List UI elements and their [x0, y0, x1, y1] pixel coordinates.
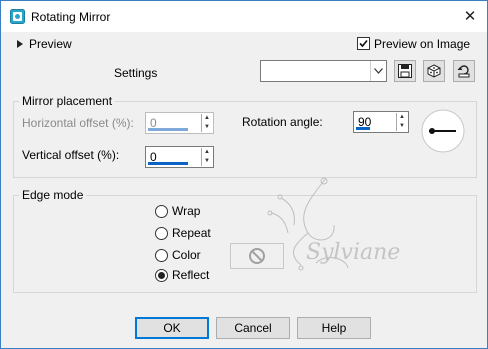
reset-icon	[457, 65, 470, 78]
edge-option-label: Wrap	[172, 204, 201, 218]
watermark-text: Sylviane	[306, 240, 400, 265]
radio-color[interactable]	[155, 249, 168, 262]
rotation-angle-arrows[interactable]: ▲ ▼	[396, 113, 407, 131]
vertical-offset-label: Vertical offset (%):	[22, 148, 120, 162]
help-button[interactable]: Help	[297, 317, 371, 339]
cancel-button[interactable]: Cancel	[216, 317, 290, 339]
vertical-offset-underline	[148, 162, 188, 165]
ok-button[interactable]: OK	[135, 317, 209, 339]
triangle-right-icon	[17, 40, 23, 48]
spin-down-icon[interactable]: ▼	[397, 122, 407, 131]
check-icon	[359, 39, 368, 48]
close-button[interactable]: ✕	[453, 1, 487, 32]
edge-mode-title: Edge mode	[19, 188, 87, 202]
mirror-placement-title: Mirror placement	[19, 94, 116, 108]
save-preset-button[interactable]	[394, 60, 416, 82]
close-icon: ✕	[463, 8, 477, 25]
radio-repeat[interactable]	[155, 227, 168, 240]
dice-icon	[427, 64, 441, 78]
spin-down-icon[interactable]: ▼	[202, 157, 212, 166]
watermark-flourish: Sylviane	[267, 177, 400, 271]
settings-dropdown[interactable]	[260, 60, 387, 82]
edge-option-label: Reflect	[172, 268, 210, 282]
vertical-offset-arrows[interactable]: ▲ ▼	[201, 148, 212, 166]
spin-down-icon[interactable]: ▼	[202, 123, 212, 132]
window-title: Rotating Mirror	[31, 10, 111, 24]
rotating-mirror-dialog: Rotating Mirror ✕ Preview Preview on Ima…	[0, 0, 488, 349]
chevron-down-icon	[374, 68, 383, 74]
rotation-dial[interactable]	[420, 108, 466, 154]
checkbox-box	[357, 37, 370, 50]
dropdown-arrow-area	[370, 61, 386, 81]
rotation-angle-underline	[356, 127, 370, 130]
spin-up-icon[interactable]: ▲	[202, 114, 212, 123]
preview-label: Preview	[29, 37, 72, 51]
radio-wrap[interactable]	[155, 205, 168, 218]
vertical-offset-spinner[interactable]: 0 ▲ ▼	[145, 146, 214, 168]
radio-selected-dot	[158, 272, 165, 279]
horizontal-offset-label: Horizontal offset (%):	[22, 116, 134, 130]
horizontal-offset-arrows[interactable]: ▲ ▼	[201, 114, 212, 132]
spin-up-icon[interactable]: ▲	[397, 113, 407, 122]
spin-up-icon[interactable]: ▲	[202, 148, 212, 157]
app-icon	[10, 9, 25, 24]
horizontal-offset-underline	[148, 128, 188, 131]
settings-label: Settings	[114, 66, 158, 80]
edge-option-label: Repeat	[172, 226, 211, 240]
horizontal-offset-spinner[interactable]: 0 ▲ ▼	[145, 112, 214, 134]
reset-button[interactable]	[453, 60, 475, 82]
radio-reflect[interactable]	[155, 269, 168, 282]
rotation-angle-spinner[interactable]: 90 ▲ ▼	[353, 111, 409, 133]
title-bar: Rotating Mirror ✕	[1, 1, 487, 32]
no-color-icon	[249, 248, 265, 264]
edge-color-swatch[interactable]	[230, 243, 284, 269]
rotation-angle-label: Rotation angle:	[242, 115, 323, 129]
randomize-button[interactable]	[423, 60, 445, 82]
preview-on-image-label: Preview on Image	[374, 37, 471, 51]
save-icon	[398, 64, 412, 78]
edge-option-label: Color	[172, 248, 201, 262]
